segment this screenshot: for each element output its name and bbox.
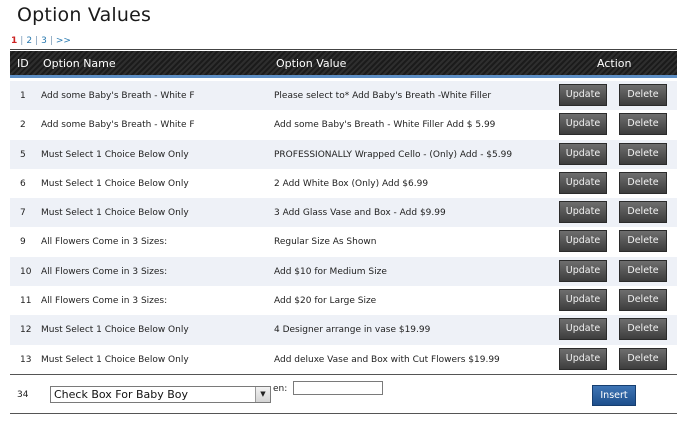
delete-button[interactable]: Delete — [619, 230, 667, 253]
row-option-value: 2 Add White Box (Only) Add $6.99 — [274, 178, 429, 189]
row-id: 11 — [20, 296, 32, 307]
row-option-name: Must Select 1 Choice Below Only — [41, 208, 189, 219]
row-option-name: Add some Baby's Breath - White F — [41, 91, 195, 101]
row-option-value: Regular Size As Shown — [274, 237, 377, 248]
row-option-name: All Flowers Come in 3 Sizes: — [41, 237, 168, 248]
pagination-separator: | — [49, 36, 53, 46]
pagination: 1 | 2 | 3 | >> — [11, 36, 71, 46]
table-row: 13 Must Select 1 Choice Below Only Add d… — [10, 345, 677, 374]
row-option-value: Add $10 for Medium Size — [274, 266, 387, 277]
row-id: 9 — [20, 237, 26, 248]
row-id: 12 — [20, 325, 32, 336]
row-option-value: 3 Add Glass Vase and Box - Add $9.99 — [274, 208, 446, 219]
column-header-id: ID — [17, 57, 29, 70]
row-id: 2 — [20, 120, 26, 131]
update-button[interactable]: Update — [559, 142, 607, 165]
page-link-2[interactable]: 2 — [26, 36, 32, 46]
table-row: 7 Must Select 1 Choice Below Only 3 Add … — [10, 198, 677, 228]
table-header: ID Option Name Option Value Action — [10, 51, 677, 75]
row-option-value: Add $20 for Large Size — [274, 296, 377, 307]
row-id: 6 — [20, 178, 26, 189]
delete-button[interactable]: Delete — [619, 171, 667, 194]
update-button[interactable]: Update — [559, 347, 607, 370]
insert-button[interactable]: Insert — [592, 385, 636, 406]
table-row: 11 All Flowers Come in 3 Sizes: Add $20 … — [10, 286, 677, 315]
update-button[interactable]: Update — [559, 289, 607, 312]
header-underline — [10, 75, 677, 78]
row-option-name: Must Select 1 Choice Below Only — [41, 178, 189, 189]
table-row: 10 All Flowers Come in 3 Sizes: Add $10 … — [10, 256, 677, 287]
table-row: 12 Must Select 1 Choice Below Only 4 Des… — [10, 315, 677, 345]
update-button[interactable]: Update — [559, 171, 607, 194]
page-title: Option Values — [17, 4, 152, 26]
row-option-value: PROFESSIONALLY Wrapped Cello - (Only) Ad… — [274, 149, 513, 160]
delete-button[interactable]: Delete — [619, 259, 667, 282]
delete-button[interactable]: Delete — [619, 347, 667, 370]
divider — [10, 413, 677, 414]
column-header-option-name: Option Name — [43, 57, 116, 70]
update-button[interactable]: Update — [559, 230, 607, 253]
row-id: 13 — [20, 354, 32, 365]
delete-button[interactable]: Delete — [619, 142, 667, 165]
delete-button[interactable]: Delete — [619, 318, 667, 341]
page-link-1[interactable]: 1 — [11, 36, 17, 46]
update-button[interactable]: Update — [559, 318, 607, 341]
row-id: 10 — [20, 266, 32, 277]
option-select[interactable]: Check Box For Baby Boy ▼ — [50, 386, 271, 403]
new-option-id: 34 — [17, 390, 29, 400]
option-value-input[interactable] — [293, 381, 383, 395]
pagination-separator: | — [35, 36, 39, 46]
row-option-value: 4 Designer arrange in vase $19.99 — [274, 325, 431, 336]
insert-row: 34 Check Box For Baby Boy ▼ en: Insert — [10, 376, 677, 412]
table-row: 1 Add some Baby's Breath - White F Pleas… — [10, 81, 677, 111]
row-option-name: Must Select 1 Choice Below Only — [41, 325, 189, 336]
table-row: 5 Must Select 1 Choice Below Only PROFES… — [10, 139, 677, 169]
row-option-value: Add some Baby's Breath - White Filler Ad… — [274, 120, 496, 131]
delete-button[interactable]: Delete — [619, 113, 667, 136]
delete-button[interactable]: Delete — [619, 84, 667, 106]
column-header-action: Action — [597, 57, 632, 70]
update-button[interactable]: Update — [559, 84, 607, 106]
table-row: 2 Add some Baby's Breath - White F Add s… — [10, 110, 677, 139]
row-option-name: Add some Baby's Breath - White F — [41, 120, 195, 131]
row-id: 1 — [20, 91, 26, 101]
row-option-value: Add deluxe Vase and Box with Cut Flowers… — [274, 354, 500, 365]
chevron-down-icon[interactable]: ▼ — [255, 387, 270, 402]
delete-button[interactable]: Delete — [619, 201, 667, 224]
page-link-3[interactable]: 3 — [41, 36, 47, 46]
option-values-table: 1 Add some Baby's Breath - White F Pleas… — [10, 81, 677, 374]
divider — [10, 49, 677, 50]
row-option-name: Must Select 1 Choice Below Only — [41, 149, 189, 160]
option-select-value: Check Box For Baby Boy — [54, 388, 189, 401]
pagination-separator: | — [20, 36, 24, 46]
table-row: 6 Must Select 1 Choice Below Only 2 Add … — [10, 169, 677, 198]
page-link-next[interactable]: >> — [56, 36, 71, 46]
row-option-name: Must Select 1 Choice Below Only — [41, 354, 189, 365]
row-option-value: Please select to* Add Baby's Breath -Whi… — [274, 91, 492, 101]
row-id: 7 — [20, 208, 26, 219]
update-button[interactable]: Update — [559, 259, 607, 282]
column-header-option-value: Option Value — [276, 57, 347, 70]
update-button[interactable]: Update — [559, 113, 607, 136]
row-option-name: All Flowers Come in 3 Sizes: — [41, 296, 168, 307]
divider — [10, 374, 677, 375]
delete-button[interactable]: Delete — [619, 289, 667, 312]
row-option-name: All Flowers Come in 3 Sizes: — [41, 266, 168, 277]
table-row: 9 All Flowers Come in 3 Sizes: Regular S… — [10, 227, 677, 256]
update-button[interactable]: Update — [559, 201, 607, 224]
language-label: en: — [273, 384, 288, 394]
row-id: 5 — [20, 149, 26, 160]
